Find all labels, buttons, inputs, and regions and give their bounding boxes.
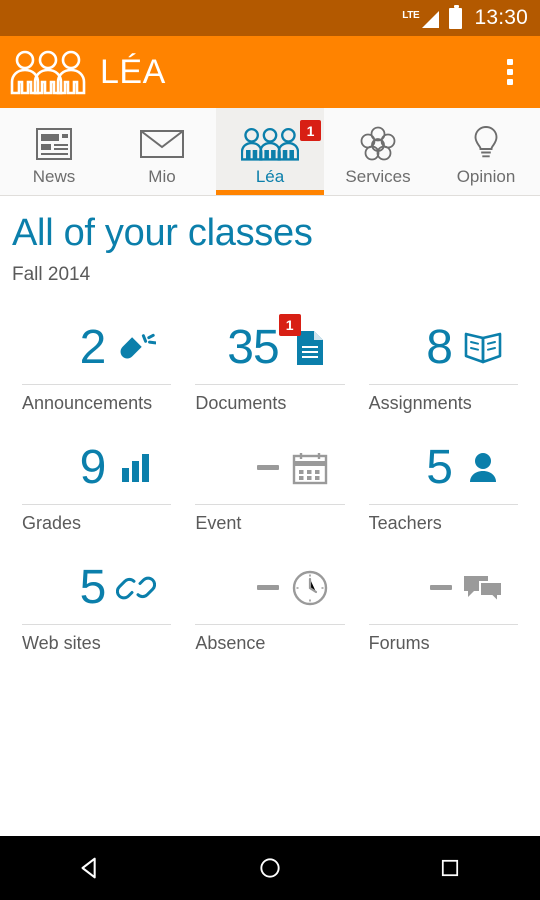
tab-services[interactable]: Services xyxy=(324,108,432,195)
tab-mio[interactable]: Mio xyxy=(108,108,216,195)
recents-square-icon[interactable] xyxy=(360,856,540,880)
three-people-icon: 1 xyxy=(241,120,321,164)
tile-documents[interactable]: 35 1 Documents xyxy=(183,312,356,432)
tab-label: Mio xyxy=(148,167,176,186)
tab-bar: News Mio 1 Léa Services Opinion xyxy=(0,108,540,196)
tile-announcements[interactable]: 2 Announcements xyxy=(10,312,183,432)
tile-forums[interactable]: Forums xyxy=(357,552,530,672)
tile-label: Event xyxy=(195,512,242,533)
tile-label: Teachers xyxy=(368,512,442,533)
tile-label: Web sites xyxy=(22,632,101,653)
tile-absence[interactable]: Absence xyxy=(183,552,356,672)
tile-value: 8 xyxy=(426,320,453,374)
flower-icon xyxy=(358,124,398,164)
tile-badge: 1 xyxy=(278,313,301,336)
status-bar-indicators: LTE 13:30 xyxy=(402,4,528,30)
app-title: LÉA xyxy=(100,53,166,91)
signal-bars-icon xyxy=(420,9,440,28)
tile-divider xyxy=(22,623,172,625)
tile-value: 5 xyxy=(79,560,107,614)
active-tab-indicator xyxy=(216,190,324,195)
tile-label: Documents xyxy=(195,392,287,413)
tile-divider xyxy=(368,503,518,505)
tile-divider xyxy=(22,503,172,505)
tile-content: 8 xyxy=(369,312,518,384)
envelope-icon xyxy=(139,124,185,164)
link-icon xyxy=(115,567,157,609)
battery-icon xyxy=(449,4,463,29)
tab-label: Opinion xyxy=(456,167,516,186)
overflow-dot xyxy=(507,69,513,75)
tile-value: 2 xyxy=(79,320,107,374)
home-circle-icon[interactable] xyxy=(180,855,360,881)
overflow-menu-icon[interactable] xyxy=(486,48,534,96)
tile-label: Forums xyxy=(368,632,430,653)
android-nav-bar xyxy=(0,836,540,900)
tile-value-empty-dash xyxy=(256,465,279,471)
status-bar-clock: 13:30 xyxy=(474,6,528,29)
tab-label: Léa xyxy=(255,167,285,186)
tile-content xyxy=(195,552,344,624)
tile-teachers[interactable]: 5 Teachers xyxy=(357,432,530,552)
tile-label: Assignments xyxy=(368,392,472,413)
tile-web-sites[interactable]: 5 Web sites xyxy=(10,552,183,672)
tile-content xyxy=(369,552,518,624)
three-people-icon xyxy=(10,49,86,95)
tile-content: 9 xyxy=(22,432,171,504)
tile-event[interactable]: Event xyxy=(183,432,356,552)
network-type-label: LTE xyxy=(402,9,420,21)
tile-content xyxy=(195,432,344,504)
tile-divider xyxy=(368,623,518,625)
tab-label: News xyxy=(32,167,76,186)
overflow-dot xyxy=(507,79,513,85)
megaphone-icon xyxy=(115,327,157,369)
tile-divider xyxy=(368,383,518,385)
bar-chart-icon xyxy=(115,447,157,489)
tab-badge: 1 xyxy=(300,120,321,141)
tile-value-empty-dash xyxy=(256,585,279,591)
page-subtitle: Fall 2014 xyxy=(12,263,91,285)
app-root: LTE 13:30 LÉA News Mio 1 Léa Services Op… xyxy=(0,0,540,900)
tab-lea[interactable]: 1 Léa xyxy=(216,108,324,195)
tile-value-empty-dash xyxy=(429,585,452,591)
calendar-icon xyxy=(289,447,331,489)
tile-grades[interactable]: 9 Grades xyxy=(10,432,183,552)
tile-assignments[interactable]: 8 Assignments xyxy=(357,312,530,432)
lightbulb-icon xyxy=(471,124,501,164)
tile-value: 35 xyxy=(227,320,279,374)
tile-label: Absence xyxy=(195,632,266,653)
tile-label: Grades xyxy=(22,512,82,533)
tile-divider xyxy=(195,623,345,625)
tile-content: 2 xyxy=(22,312,171,384)
overflow-dot xyxy=(507,59,513,65)
page-title: All of your classes xyxy=(12,212,313,254)
person-icon xyxy=(462,447,504,489)
tile-divider xyxy=(22,383,172,385)
app-bar: LÉA xyxy=(0,36,540,108)
chat-bubbles-icon xyxy=(462,567,504,609)
tile-value: 5 xyxy=(426,440,453,494)
clock-icon xyxy=(289,567,331,609)
tile-value: 9 xyxy=(79,440,107,494)
tile-content: 35 1 xyxy=(195,312,344,384)
tile-divider xyxy=(195,383,345,385)
page-header: All of your classes Fall 2014 xyxy=(0,196,540,286)
tab-label: Services xyxy=(345,167,411,186)
tile-divider xyxy=(195,503,345,505)
tab-news[interactable]: News xyxy=(0,108,108,195)
tile-label: Announcements xyxy=(22,392,153,413)
class-summary-grid: 2 Announcements 35 1 Documents 8 Assignm… xyxy=(0,286,540,672)
open-book-icon xyxy=(462,327,504,369)
tab-opinion[interactable]: Opinion xyxy=(432,108,540,195)
network-indicator: LTE xyxy=(402,9,440,28)
tile-content: 5 xyxy=(369,432,518,504)
back-triangle-icon[interactable] xyxy=(0,854,180,882)
status-bar: LTE 13:30 xyxy=(0,0,540,36)
newspaper-icon xyxy=(34,124,74,164)
tile-content: 5 xyxy=(22,552,171,624)
